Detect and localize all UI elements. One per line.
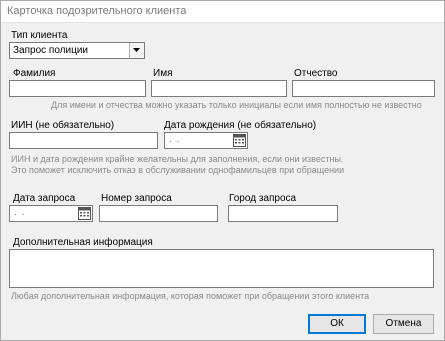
iin-hint-line-2: Это поможет исключить отказ в обслуживан… (11, 165, 345, 175)
request-date-input[interactable]: . . (9, 205, 93, 222)
iin-label: ИИН (не обязательно) (11, 120, 115, 131)
calendar-icon[interactable] (78, 207, 91, 220)
client-type-dropdown-button[interactable] (129, 43, 144, 58)
chevron-down-icon (133, 48, 140, 52)
additional-info-textarea[interactable] (9, 249, 434, 288)
surname-input[interactable] (9, 80, 146, 97)
request-city-input[interactable] (228, 205, 338, 222)
ok-button[interactable]: ОК (308, 314, 366, 334)
additional-info-label: Дополнительная информация (13, 237, 153, 248)
client-type-select[interactable]: Запрос полиции (9, 42, 145, 59)
patronymic-label: Отчество (294, 68, 338, 79)
iin-input[interactable] (9, 132, 158, 149)
patronymic-input[interactable] (292, 80, 435, 97)
request-date-mask: . . (14, 207, 26, 218)
calendar-icon[interactable] (233, 134, 246, 147)
birth-date-mask: . . (169, 134, 181, 145)
window-title: Карточка подозрительного клиента (7, 5, 187, 17)
request-date-label: Дата запроса (13, 193, 76, 204)
surname-label: Фамилия (13, 68, 56, 79)
initials-hint: Для имени и отчества можно указать тольк… (51, 100, 422, 110)
birth-date-input[interactable]: . . (164, 132, 248, 149)
birth-date-label: Дата рождения (не обязательно) (164, 120, 317, 131)
client-type-value: Запрос полиции (13, 45, 88, 56)
name-input[interactable] (151, 80, 287, 97)
cancel-button[interactable]: Отмена (373, 314, 434, 334)
title-bar: Карточка подозрительного клиента (1, 1, 444, 23)
additional-info-hint: Любая дополнительная информация, которая… (11, 291, 370, 301)
name-label: Имя (153, 68, 173, 79)
request-number-input[interactable] (99, 205, 218, 222)
request-city-label: Город запроса (229, 193, 297, 204)
client-type-label: Тип клиента (11, 30, 68, 41)
request-number-label: Номер запроса (101, 193, 172, 204)
dialog-window: Карточка подозрительного клиента Тип кли… (0, 0, 445, 341)
